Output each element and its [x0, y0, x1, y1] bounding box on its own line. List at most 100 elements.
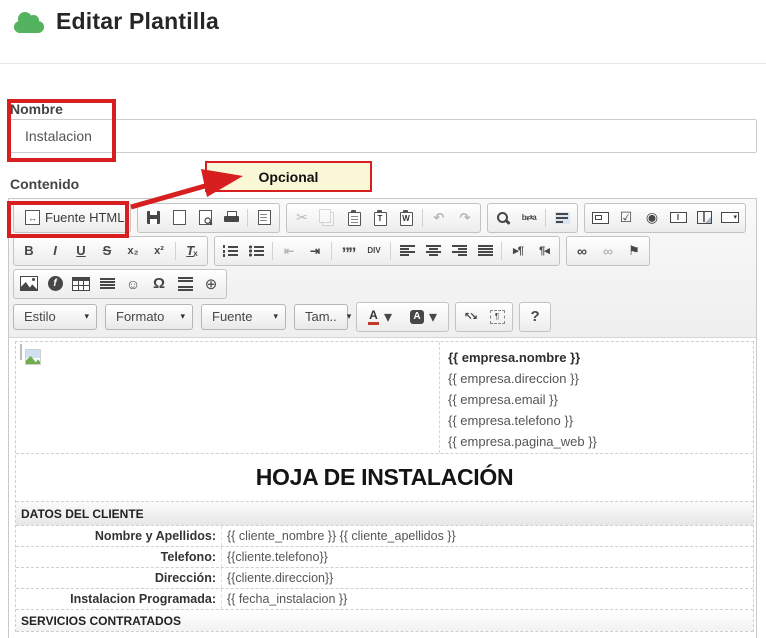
- table-row: Telefono: {{cliente.telefono}}: [16, 547, 753, 568]
- font-combo[interactable]: Fuente ▾: [201, 304, 286, 330]
- numbered-list-button[interactable]: [219, 239, 241, 263]
- template-company-cell: {{ empresa.nombre }} {{ empresa.direccio…: [439, 342, 753, 453]
- print-button[interactable]: [220, 206, 242, 230]
- decrease-indent-icon: ⇤: [284, 244, 294, 258]
- paste-from-word-icon: W: [400, 212, 413, 226]
- styles-combo[interactable]: Estilo ▾: [13, 304, 97, 330]
- link-button[interactable]: ∞: [571, 239, 593, 263]
- textarea-button[interactable]: I: [693, 206, 715, 230]
- align-right-button[interactable]: [448, 239, 470, 263]
- paste-from-word-button[interactable]: W: [395, 206, 417, 230]
- image-button[interactable]: [18, 272, 40, 296]
- bulleted-list-icon: [249, 245, 264, 257]
- increase-indent-button[interactable]: ⇥: [304, 239, 326, 263]
- justify-button[interactable]: [474, 239, 496, 263]
- company-line: {{ empresa.direccion }}: [448, 368, 745, 389]
- superscript-icon: x²: [154, 245, 164, 257]
- decrease-indent-button[interactable]: ⇤: [278, 239, 300, 263]
- help-button[interactable]: ?: [524, 305, 546, 329]
- client-row-label: Dirección:: [16, 568, 221, 588]
- source-icon: ↔: [25, 210, 40, 225]
- toolbar-separator: [390, 242, 391, 260]
- select-field-button[interactable]: ▾: [719, 206, 741, 230]
- form-icon: [592, 212, 609, 224]
- toolbar-separator: [545, 209, 546, 227]
- nombre-input[interactable]: [8, 119, 757, 153]
- select-field-icon: ▾: [721, 212, 739, 223]
- broken-image-icon[interactable]: [20, 344, 22, 360]
- special-char-button[interactable]: Ω: [148, 272, 170, 296]
- toolbar-group-source: ↔ Fuente HTML: [13, 203, 131, 233]
- redo-icon: ↷: [460, 211, 471, 224]
- find-button[interactable]: [492, 206, 514, 230]
- smiley-button[interactable]: ☺: [122, 272, 144, 296]
- format-combo[interactable]: Formato ▾: [105, 304, 193, 330]
- text-color-button[interactable]: A ▾: [361, 305, 399, 329]
- help-icon: ?: [530, 308, 539, 325]
- page-break-button[interactable]: [174, 272, 196, 296]
- table-button[interactable]: [70, 272, 92, 296]
- iframe-button[interactable]: ⊕: [200, 272, 222, 296]
- source-button[interactable]: ↔ Fuente HTML: [18, 206, 131, 230]
- template-table: {{ empresa.nombre }} {{ empresa.direccio…: [15, 341, 754, 632]
- toolbar-group-basicstyles: B I U S x₂ x² Tx: [13, 236, 208, 266]
- italic-button[interactable]: I: [44, 239, 66, 263]
- opcional-note: Opcional: [205, 161, 372, 192]
- background-color-icon: A: [410, 310, 424, 324]
- rich-text-editor: ↔ Fuente HTML ✂ T W: [8, 198, 757, 638]
- horizontal-rule-button[interactable]: [96, 272, 118, 296]
- templates-icon: [258, 210, 271, 225]
- bold-button[interactable]: B: [18, 239, 40, 263]
- source-button-label: Fuente HTML: [45, 210, 124, 225]
- flash-button[interactable]: f: [44, 272, 66, 296]
- checkbox-button[interactable]: ☑: [615, 206, 637, 230]
- select-all-button[interactable]: [551, 206, 573, 230]
- paste-button[interactable]: [343, 206, 365, 230]
- new-page-button[interactable]: [168, 206, 190, 230]
- editor-canvas[interactable]: {{ empresa.nombre }} {{ empresa.direccio…: [9, 338, 756, 638]
- bulleted-list-button[interactable]: [245, 239, 267, 263]
- radio-button-button[interactable]: ◉: [641, 206, 663, 230]
- subscript-button[interactable]: x₂: [122, 239, 144, 263]
- unlink-icon: ∞: [603, 243, 613, 259]
- redo-button[interactable]: ↷: [454, 206, 476, 230]
- anchor-button[interactable]: ⚑: [623, 239, 645, 263]
- form-button[interactable]: [589, 206, 611, 230]
- align-left-button[interactable]: [396, 239, 418, 263]
- toolbar-group-paragraph: ⇤ ⇥ ”” DIV ▸¶ ¶◂: [214, 236, 560, 266]
- templates-button[interactable]: [253, 206, 275, 230]
- preview-icon: [199, 210, 212, 225]
- font-size-combo[interactable]: Tam.. ▾: [294, 304, 348, 330]
- text-color-bar: [368, 322, 379, 325]
- save-button[interactable]: [142, 206, 164, 230]
- template-company-row: {{ empresa.nombre }} {{ empresa.direccio…: [16, 342, 753, 454]
- paste-text-button[interactable]: T: [369, 206, 391, 230]
- text-field-button[interactable]: I: [667, 206, 689, 230]
- editar-plantilla-page: Editar Plantilla Nombre Contenido Opcion…: [0, 0, 766, 638]
- superscript-button[interactable]: x²: [148, 239, 170, 263]
- bidi-rtl-button[interactable]: ¶◂: [533, 239, 555, 263]
- background-color-button[interactable]: A ▾: [403, 305, 444, 329]
- table-icon: [72, 277, 90, 291]
- blockquote-button[interactable]: ””: [337, 239, 359, 263]
- maximize-button[interactable]: ↖↘: [460, 305, 482, 329]
- copy-button[interactable]: [317, 206, 339, 230]
- toolbar-row-2: B I U S x₂ x² Tx ⇤ ⇥ ”” DIV: [13, 234, 752, 267]
- strikethrough-button[interactable]: S: [96, 239, 118, 263]
- client-row-label: Instalacion Programada:: [16, 589, 221, 609]
- bidi-ltr-button[interactable]: ▸¶: [507, 239, 529, 263]
- preview-button[interactable]: [194, 206, 216, 230]
- search-icon: [496, 211, 510, 225]
- client-row-value: {{ cliente_nombre }} {{ cliente_apellido…: [221, 526, 753, 546]
- unlink-button[interactable]: ∞: [597, 239, 619, 263]
- align-center-button[interactable]: [422, 239, 444, 263]
- div-container-button[interactable]: DIV: [363, 239, 385, 263]
- show-blocks-button[interactable]: ¶: [486, 305, 508, 329]
- company-line: {{ empresa.email }}: [448, 389, 745, 410]
- remove-format-button[interactable]: Tx: [181, 239, 203, 263]
- new-page-icon: [173, 210, 186, 225]
- undo-button[interactable]: ↶: [428, 206, 450, 230]
- cut-button[interactable]: ✂: [291, 206, 313, 230]
- underline-button[interactable]: U: [70, 239, 92, 263]
- replace-button[interactable]: b⇄a: [518, 206, 540, 230]
